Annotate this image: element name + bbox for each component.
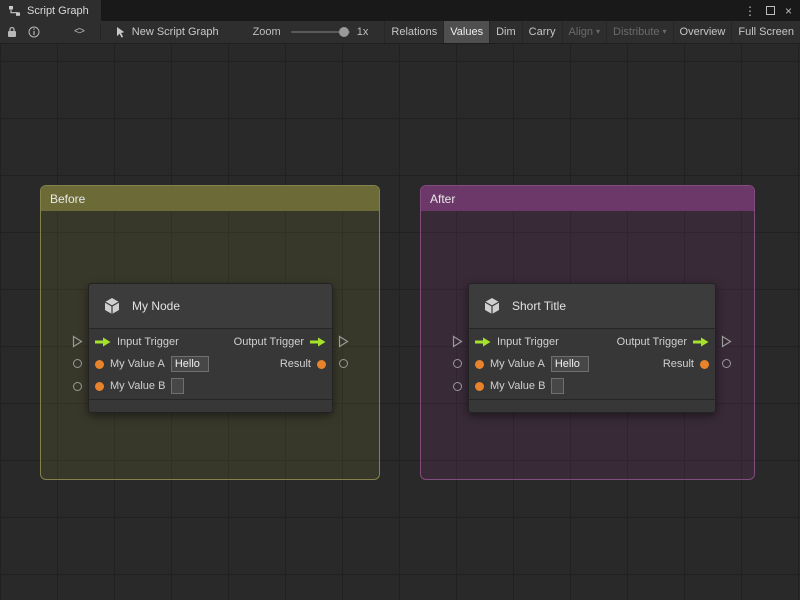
code-view-icon[interactable]: <> <box>74 27 85 38</box>
port-row-trigger: Input Trigger Output Trigger <box>89 331 332 353</box>
lock-icon[interactable] <box>7 26 17 38</box>
graph-canvas[interactable]: Before After My Node Input Trigger Outpu… <box>0 44 800 600</box>
dim-button[interactable]: Dim <box>489 21 522 43</box>
port-label: My Value A <box>110 358 165 370</box>
node-title: Short Title <box>512 299 567 313</box>
port-row-value-b: My Value B <box>469 375 715 397</box>
toolbar: <> New Script Graph Zoom 1x Relations Va… <box>0 21 800 44</box>
carry-button[interactable]: Carry <box>521 21 562 43</box>
relations-label: Relations <box>391 26 438 38</box>
graph-name-label: New Script Graph <box>131 26 219 38</box>
chevron-down-icon: ▾ <box>662 27 667 36</box>
toolbar-buttons: Relations Values Dim Carry Align ▾ Distri… <box>384 21 800 43</box>
value-port-icon[interactable] <box>700 359 709 369</box>
port-label: Output Trigger <box>616 336 687 348</box>
zoom-slider-handle[interactable] <box>338 27 349 37</box>
port-label: Output Trigger <box>233 336 304 348</box>
toolbar-separator <box>100 25 101 39</box>
external-trigger-out-port[interactable] <box>721 335 732 353</box>
tab-script-graph[interactable]: Script Graph <box>0 0 101 21</box>
external-value-port[interactable] <box>453 359 462 368</box>
align-label: Align <box>568 26 594 38</box>
node-ports: Input Trigger Output Trigger My Value A … <box>469 329 715 397</box>
external-value-port[interactable] <box>339 359 348 368</box>
distribute-label: Distribute <box>613 26 660 38</box>
values-label: Values <box>450 26 484 38</box>
node-header[interactable]: Short Title <box>469 284 715 329</box>
value-port-icon[interactable] <box>95 381 104 391</box>
script-graph-window: Script Graph ⋮ × <> New Script Graph Zoo… <box>0 0 800 600</box>
menu-icon[interactable]: ⋮ <box>744 4 756 18</box>
group-title: After <box>430 191 456 206</box>
zoom-label: Zoom <box>252 26 281 38</box>
trigger-out-icon[interactable] <box>310 337 326 347</box>
maximize-icon[interactable] <box>765 6 775 15</box>
value-port-icon[interactable] <box>95 359 104 369</box>
pointer-icon <box>115 26 127 38</box>
values-button[interactable]: Values <box>443 21 490 43</box>
close-icon[interactable]: × <box>785 4 792 18</box>
external-value-port[interactable] <box>453 382 462 391</box>
external-trigger-in-port[interactable] <box>452 335 463 353</box>
overview-button[interactable]: Overview <box>672 21 732 43</box>
port-label: My Value B <box>110 380 166 392</box>
node-footer <box>469 399 715 412</box>
chevron-down-icon: ▾ <box>596 27 601 36</box>
group-title: Before <box>50 191 86 206</box>
group-header[interactable]: After <box>421 186 754 211</box>
value-b-field[interactable] <box>551 378 565 394</box>
port-label: My Value B <box>490 380 546 392</box>
port-label: Input Trigger <box>117 336 179 348</box>
port-row-trigger: Input Trigger Output Trigger <box>469 331 715 353</box>
graph-name[interactable]: New Script Graph <box>115 26 219 38</box>
distribute-button[interactable]: Distribute ▾ <box>606 21 672 43</box>
value-port-icon[interactable] <box>475 359 484 369</box>
port-label: Result <box>662 358 694 370</box>
node-my-node[interactable]: My Node Input Trigger Output Trigger My … <box>72 283 349 413</box>
window-controls: ⋮ × <box>744 0 800 21</box>
external-value-port[interactable] <box>73 382 82 391</box>
relations-button[interactable]: Relations <box>384 21 443 43</box>
node-title: My Node <box>132 299 181 313</box>
external-trigger-out-port[interactable] <box>338 335 349 353</box>
trigger-out-icon[interactable] <box>693 337 709 347</box>
graph-tab-icon <box>8 5 21 17</box>
value-port-icon[interactable] <box>317 359 326 369</box>
value-b-field[interactable] <box>171 378 185 394</box>
port-label: Result <box>279 358 311 370</box>
node-ports: Input Trigger Output Trigger My Value A … <box>89 329 332 397</box>
external-value-port[interactable] <box>73 359 82 368</box>
zoom-value: 1x <box>356 26 369 38</box>
port-row-value-a: My Value A Result <box>89 353 332 375</box>
fullscreen-label: Full Screen <box>738 26 794 38</box>
value-a-field[interactable] <box>550 356 589 372</box>
external-value-port[interactable] <box>722 359 731 368</box>
overview-label: Overview <box>679 26 726 38</box>
tab-bar: Script Graph ⋮ × <box>0 0 800 21</box>
node-footer <box>89 399 332 412</box>
port-label: My Value A <box>490 358 545 370</box>
port-label: Input Trigger <box>497 336 559 348</box>
trigger-in-icon[interactable] <box>475 337 491 347</box>
zoom-slider[interactable] <box>290 27 350 37</box>
value-a-field[interactable] <box>170 356 209 372</box>
info-icon[interactable] <box>28 26 40 38</box>
value-port-icon[interactable] <box>475 381 484 391</box>
external-trigger-in-port[interactable] <box>72 335 83 353</box>
align-button[interactable]: Align ▾ <box>561 21 606 43</box>
port-row-value-a: My Value A Result <box>469 353 715 375</box>
tab-strip <box>101 0 744 21</box>
carry-label: Carry <box>528 26 556 38</box>
tab-title: Script Graph <box>27 4 89 17</box>
unit-icon <box>481 295 503 317</box>
port-row-value-b: My Value B <box>89 375 332 397</box>
fullscreen-button[interactable]: Full Screen <box>731 21 800 43</box>
unit-icon <box>101 295 123 317</box>
node-short-title[interactable]: Short Title Input Trigger Output Trigger <box>452 283 732 413</box>
dim-label: Dim <box>496 26 516 38</box>
trigger-in-icon[interactable] <box>95 337 111 347</box>
group-header[interactable]: Before <box>41 186 379 211</box>
node-header[interactable]: My Node <box>89 284 332 329</box>
